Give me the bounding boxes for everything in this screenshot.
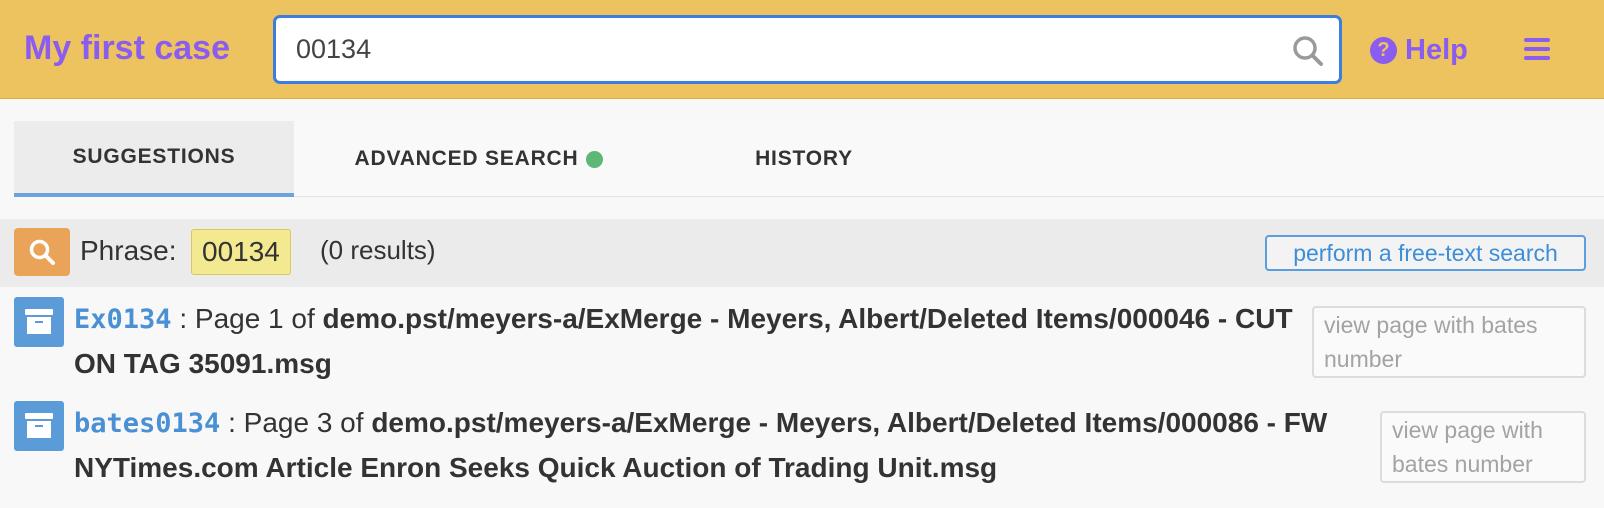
status-indicator-dot (586, 150, 604, 168)
search-tabs: SUGGESTIONS ADVANCED SEARCH HISTORY (14, 121, 1604, 197)
phrase-value-chip: 00134 (191, 229, 291, 275)
result-description: bates0134 : Page 3 of demo.pst/meyers-a/… (74, 401, 1364, 490)
archive-icon (14, 297, 64, 347)
search-box[interactable] (273, 15, 1342, 84)
tab-suggestions[interactable]: SUGGESTIONS (14, 121, 294, 197)
bates-number-link[interactable]: bates0134 (74, 408, 220, 439)
result-item[interactable]: Ex0134 : Page 1 of demo.pst/meyers-a/ExM… (0, 297, 1604, 397)
results-count: (0 results) (320, 235, 436, 265)
page-reference: : Page 1 of (179, 303, 323, 334)
question-circle-icon: ? (1370, 36, 1397, 64)
phrase-label: Phrase: (80, 235, 177, 266)
hamburger-menu-icon[interactable] (1524, 38, 1550, 60)
top-header-bar: My first case ? Help (0, 0, 1604, 99)
bates-number-link[interactable]: Ex0134 (74, 304, 172, 335)
tab-label: HISTORY (755, 147, 853, 170)
search-icon[interactable] (1291, 34, 1325, 68)
tab-advanced-search[interactable]: ADVANCED SEARCH (294, 121, 664, 197)
tab-label: ADVANCED SEARCH (354, 147, 579, 170)
search-input[interactable] (296, 18, 1256, 81)
result-item[interactable]: bates0134 : Page 3 of demo.pst/meyers-a/… (0, 401, 1604, 501)
help-link[interactable]: ? Help (1370, 32, 1468, 68)
archive-icon (14, 401, 64, 451)
phrase-suggestion-row: Phrase: 00134 (0 results) perform a free… (0, 219, 1604, 287)
case-title[interactable]: My first case (24, 26, 230, 70)
tab-history[interactable]: HISTORY (664, 121, 944, 197)
help-label: Help (1405, 33, 1468, 66)
search-icon (14, 228, 70, 276)
view-page-button[interactable]: view page with bates number (1312, 306, 1586, 378)
page-reference: : Page 3 of (228, 407, 372, 438)
view-page-button[interactable]: view page with bates number (1380, 411, 1586, 483)
result-description: Ex0134 : Page 1 of demo.pst/meyers-a/ExM… (74, 297, 1304, 386)
free-text-search-button[interactable]: perform a free-text search (1265, 235, 1586, 271)
tab-label: SUGGESTIONS (72, 145, 236, 168)
